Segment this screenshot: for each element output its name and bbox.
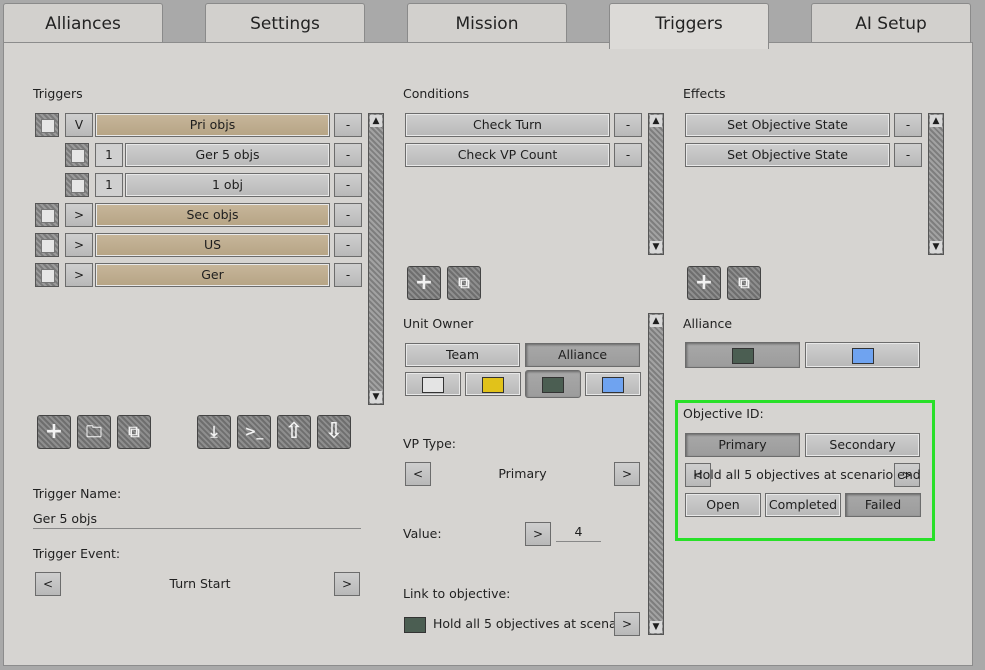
trigger-event-prev-button[interactable]: <: [35, 572, 61, 596]
tab-triggers[interactable]: Triggers: [609, 3, 769, 49]
add-trigger-icon[interactable]: +: [37, 415, 71, 449]
effect-remove-button[interactable]: -: [894, 113, 922, 137]
console-icon[interactable]: >_: [237, 415, 271, 449]
trigger-row-sec-objs[interactable]: Sec objs: [95, 203, 330, 227]
vp-type-label: VP Type:: [403, 436, 456, 451]
vp-type-next-button[interactable]: >: [614, 462, 640, 486]
trigger-event-label: Trigger Event:: [33, 546, 121, 561]
trigger-name-field[interactable]: Ger 5 objs: [33, 511, 361, 529]
folder-icon[interactable]: 🗀: [77, 415, 111, 449]
trigger-row-1-obj[interactable]: 1 obj: [125, 173, 330, 197]
scroll-down-icon[interactable]: ▼: [650, 621, 662, 633]
trigger-event-value: Turn Start: [169, 576, 231, 591]
scroll-up-icon[interactable]: ▲: [650, 315, 662, 327]
add-condition-icon[interactable]: +: [407, 266, 441, 300]
scroll-up-icon[interactable]: ▲: [650, 115, 662, 127]
trigger-expand-toggle[interactable]: >: [65, 203, 93, 227]
trigger-row-us[interactable]: US: [95, 233, 330, 257]
triggers-header: Triggers: [33, 86, 83, 101]
trigger-remove-button[interactable]: -: [334, 263, 362, 287]
effects-header: Effects: [683, 86, 726, 101]
trigger-expand-toggle[interactable]: >: [65, 233, 93, 257]
alliance-label: Alliance: [683, 316, 733, 331]
trigger-index: 1: [95, 143, 123, 167]
move-down-icon[interactable]: ⇩: [317, 415, 351, 449]
conditions-params-scrollbar[interactable]: ▲ ▼: [648, 313, 664, 635]
scroll-down-icon[interactable]: ▼: [930, 241, 942, 253]
tab-alliances[interactable]: Alliances: [3, 3, 163, 43]
trigger-remove-button[interactable]: -: [334, 173, 362, 197]
trigger-row-ger-5-objs[interactable]: Ger 5 objs: [125, 143, 330, 167]
effects-scrollbar[interactable]: ▲ ▼: [928, 113, 944, 255]
scroll-down-icon[interactable]: ▼: [370, 391, 382, 403]
trigger-checkbox[interactable]: [35, 113, 59, 137]
triggers-scrollbar[interactable]: ▲ ▼: [368, 113, 384, 405]
trigger-remove-button[interactable]: -: [334, 203, 362, 227]
vp-type-prev-button[interactable]: <: [405, 462, 431, 486]
alliance-swatch-green: [732, 348, 754, 364]
trigger-checkbox[interactable]: [35, 203, 59, 227]
condition-remove-button[interactable]: -: [614, 113, 642, 137]
effect-set-objective-state[interactable]: Set Objective State: [685, 143, 890, 167]
link-objective-label: Link to objective:: [403, 586, 511, 601]
tab-ai-setup[interactable]: AI Setup: [811, 3, 971, 43]
condition-remove-button[interactable]: -: [614, 143, 642, 167]
trigger-checkbox[interactable]: [65, 143, 89, 167]
tab-settings[interactable]: Settings: [205, 3, 365, 43]
unit-owner-label: Unit Owner: [403, 316, 474, 331]
move-up-icon[interactable]: ⇧: [277, 415, 311, 449]
trigger-remove-button[interactable]: -: [334, 113, 362, 137]
owner-color-swatch-green: [542, 377, 564, 393]
copy-icon[interactable]: ⧉: [117, 415, 151, 449]
effect-set-objective-state[interactable]: Set Objective State: [685, 113, 890, 137]
add-effect-icon[interactable]: +: [687, 266, 721, 300]
conditions-header: Conditions: [403, 86, 470, 101]
owner-color-swatch-blue: [602, 377, 624, 393]
scroll-up-icon[interactable]: ▲: [930, 115, 942, 127]
condition-check-vp-count[interactable]: Check VP Count: [405, 143, 610, 167]
link-objective-next-button[interactable]: >: [614, 612, 640, 636]
value-field[interactable]: 4: [556, 524, 601, 542]
alliance-swatch-blue: [852, 348, 874, 364]
effect-remove-button[interactable]: -: [894, 143, 922, 167]
trigger-expand-toggle[interactable]: V: [65, 113, 93, 137]
scroll-up-icon[interactable]: ▲: [370, 115, 382, 127]
unit-owner-alliance-button[interactable]: Alliance: [525, 343, 640, 367]
trigger-checkbox[interactable]: [35, 263, 59, 287]
unit-owner-team-button[interactable]: Team: [405, 343, 520, 367]
trigger-remove-button[interactable]: -: [334, 143, 362, 167]
objective-text: Hold all 5 objectives at scenario end: [693, 467, 921, 482]
trigger-checkbox[interactable]: [35, 233, 59, 257]
trigger-event-next-button[interactable]: >: [334, 572, 360, 596]
value-step-button[interactable]: >: [525, 522, 551, 546]
value-label: Value:: [403, 526, 442, 541]
scroll-down-icon[interactable]: ▼: [650, 241, 662, 253]
condition-check-turn[interactable]: Check Turn: [405, 113, 610, 137]
trigger-row-pri-objs[interactable]: Pri objs: [95, 113, 330, 137]
trigger-index: 1: [95, 173, 123, 197]
trigger-remove-button[interactable]: -: [334, 233, 362, 257]
link-objective-text: Hold all 5 objectives at scenario end: [433, 616, 638, 631]
owner-color-swatch-yellow: [482, 377, 504, 393]
trigger-expand-toggle[interactable]: >: [65, 263, 93, 287]
conditions-scrollbar[interactable]: ▲ ▼: [648, 113, 664, 255]
tab-mission[interactable]: Mission: [407, 3, 567, 43]
owner-color-swatch-white: [422, 377, 444, 393]
vp-type-value: Primary: [498, 466, 547, 481]
copy-effect-icon[interactable]: ⧉: [727, 266, 761, 300]
link-objective-color-swatch: [404, 617, 426, 633]
trigger-checkbox[interactable]: [65, 173, 89, 197]
copy-condition-icon[interactable]: ⧉: [447, 266, 481, 300]
import-icon[interactable]: ⤓: [197, 415, 231, 449]
trigger-name-label: Trigger Name:: [33, 486, 122, 501]
trigger-row-ger[interactable]: Ger: [95, 263, 330, 287]
